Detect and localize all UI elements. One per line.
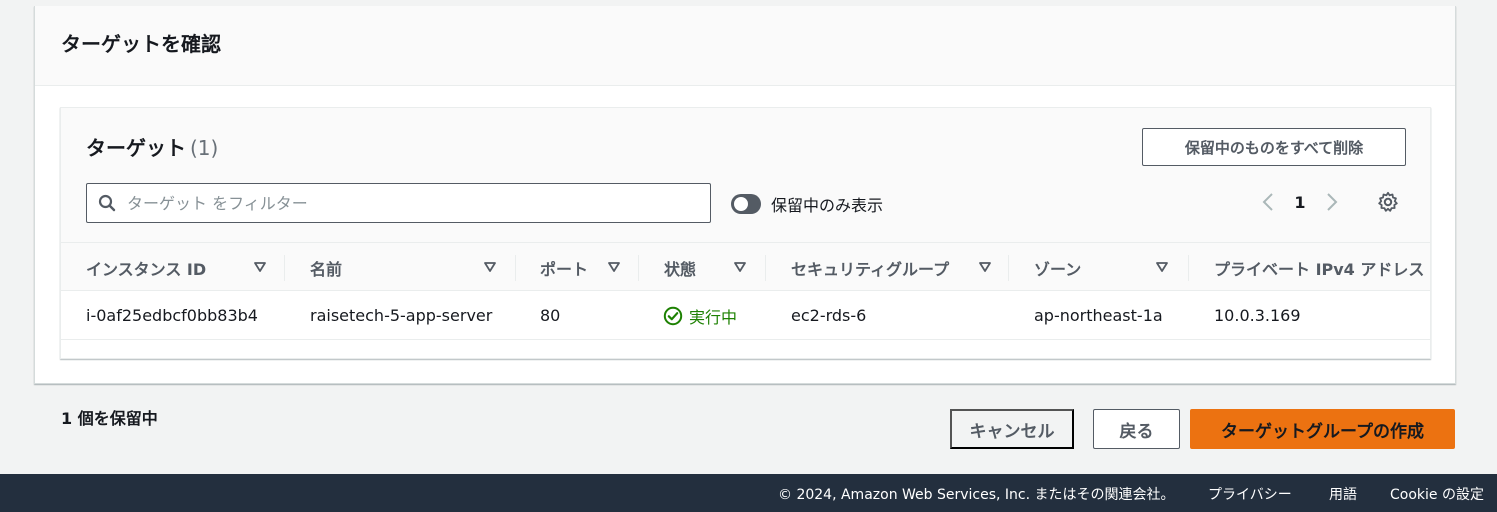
create-target-group-button[interactable]: ターゲットグループの作成	[1190, 409, 1455, 449]
sort-down-icon[interactable]	[732, 259, 748, 275]
column-separator[interactable]	[765, 255, 766, 281]
pagination: 1	[1256, 190, 1344, 214]
targets-table: インスタンス ID 名前 ポート 状態 セキュリティグループ ゾーン プライベー…	[61, 242, 1430, 358]
sort-down-icon[interactable]	[482, 259, 498, 275]
column-header-label: ポート	[540, 259, 589, 279]
remove-all-pending-button[interactable]: 保留中のものをすべて削除	[1142, 128, 1406, 166]
targets-heading: ターゲット (1)	[86, 132, 218, 161]
column-separator[interactable]	[1008, 255, 1009, 281]
target-filter-input[interactable]	[127, 193, 687, 213]
search-icon	[97, 193, 117, 213]
pending-count-text: 1 個を保留中	[61, 409, 158, 428]
sort-down-icon[interactable]	[606, 259, 622, 275]
sort-down-icon[interactable]	[977, 259, 993, 275]
pending-only-toggle[interactable]	[731, 194, 761, 214]
pending-only-toggle-group[interactable]: 保留中のみ表示	[731, 192, 883, 216]
column-separator[interactable]	[284, 255, 285, 281]
column-header-label: インスタンス ID	[86, 259, 207, 279]
cell-state: 実行中	[663, 291, 737, 340]
cell-name: raisetech-5-app-server	[310, 306, 493, 325]
footer-copyright: © 2024, Amazon Web Services, Inc. またはその関…	[778, 487, 1175, 503]
column-header-label: セキュリティグループ	[791, 259, 950, 279]
column-header-instance-id[interactable]: インスタンス ID	[86, 243, 266, 292]
next-page-icon[interactable]	[1320, 190, 1344, 214]
targets-title: ターゲット	[86, 136, 186, 160]
check-circle-icon	[663, 306, 683, 326]
column-header-label: 状態	[664, 259, 697, 279]
cell-instance-id: i-0af25edbcf0bb83b4	[86, 306, 258, 325]
review-targets-panel: ターゲットを確認 ターゲット(1) 保留中のものをすべて削除 保留中のみ表示 1	[34, 6, 1456, 384]
targets-table-container: ターゲット(1) 保留中のものをすべて削除 保留中のみ表示 1	[60, 107, 1431, 359]
gear-icon[interactable]	[1376, 190, 1400, 214]
targets-count: (1)	[190, 136, 219, 160]
column-header-label: プライベート IPv4 アドレス	[1214, 259, 1425, 279]
current-page[interactable]: 1	[1280, 193, 1320, 212]
cell-private-ip: 10.0.3.169	[1214, 306, 1301, 325]
column-separator[interactable]	[1188, 255, 1189, 281]
column-header-name[interactable]: 名前	[310, 243, 496, 292]
column-separator[interactable]	[515, 255, 516, 281]
toggle-knob	[734, 197, 748, 211]
back-button[interactable]: 戻る	[1093, 409, 1180, 449]
footer-privacy-link[interactable]: プライバシー	[1208, 484, 1292, 504]
cell-port: 80	[540, 306, 561, 325]
sort-down-icon[interactable]	[1154, 259, 1170, 275]
sort-down-icon[interactable]	[252, 259, 268, 275]
review-targets-header: ターゲットを確認	[35, 6, 1455, 86]
table-bottom-spacer	[61, 340, 1430, 358]
footer-cookie-settings-link[interactable]: Cookie の設定	[1390, 484, 1484, 504]
footer: © 2024, Amazon Web Services, Inc. またはその関…	[0, 474, 1497, 512]
column-separator[interactable]	[638, 255, 639, 281]
column-header-private-ipv4[interactable]: プライベート IPv4 アドレス	[1214, 243, 1424, 292]
cell-security-group: ec2-rds-6	[791, 306, 867, 325]
pending-only-label: 保留中のみ表示	[771, 196, 884, 215]
footer-terms-link[interactable]: 用語	[1329, 484, 1357, 504]
table-header: インスタンス ID 名前 ポート 状態 セキュリティグループ ゾーン プライベー…	[61, 242, 1430, 292]
column-header-label: ゾーン	[1034, 259, 1082, 279]
cell-zone: ap-northeast-1a	[1034, 306, 1163, 325]
previous-page-icon[interactable]	[1256, 190, 1280, 214]
column-header-security-group[interactable]: セキュリティグループ	[791, 243, 991, 292]
table-row[interactable]: i-0af25edbcf0bb83b4 raisetech-5-app-serv…	[61, 291, 1430, 340]
state-label: 実行中	[689, 307, 738, 327]
target-filter-box[interactable]	[86, 183, 711, 223]
cancel-button[interactable]: キャンセル	[950, 409, 1074, 449]
column-header-port[interactable]: ポート	[540, 243, 620, 292]
column-header-state[interactable]: 状態	[664, 243, 746, 292]
review-targets-title: ターゲットを確認	[61, 32, 221, 56]
column-header-zone[interactable]: ゾーン	[1034, 243, 1168, 292]
column-header-label: 名前	[310, 259, 343, 279]
